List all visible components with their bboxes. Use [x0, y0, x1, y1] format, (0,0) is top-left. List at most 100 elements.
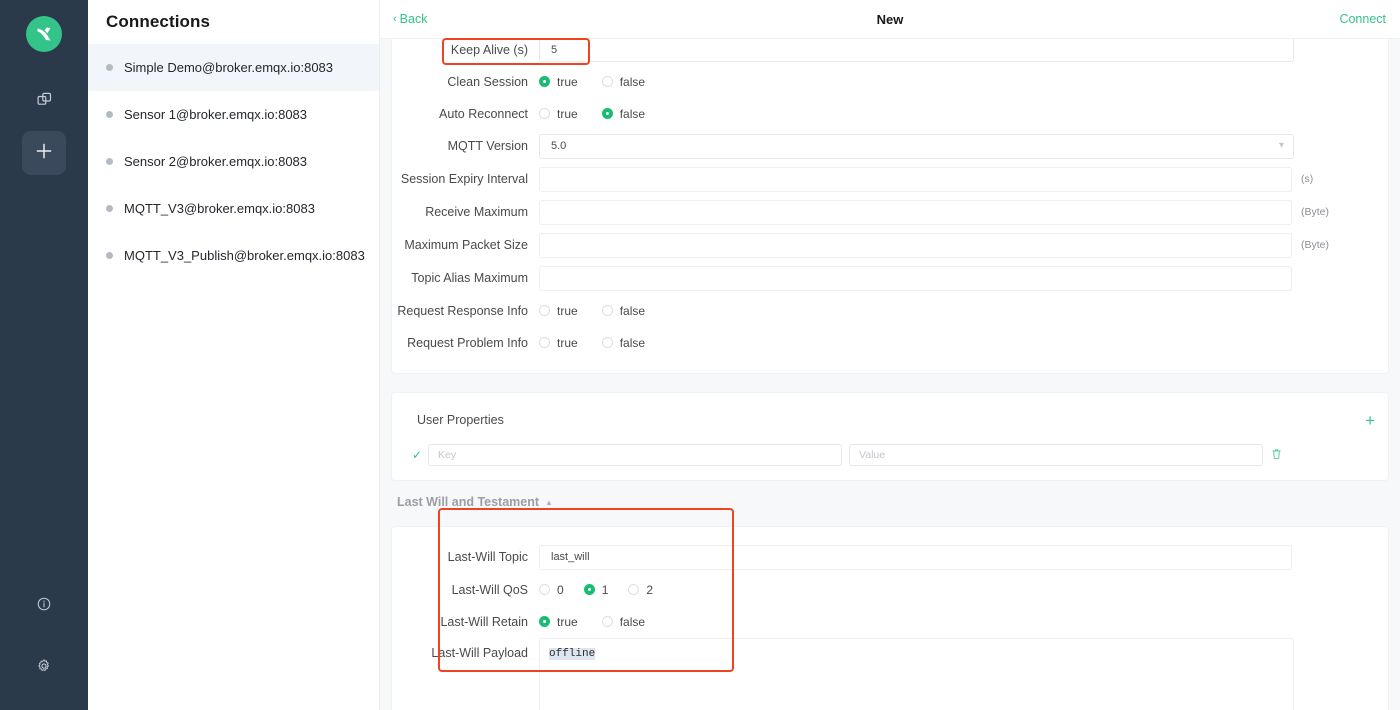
connections-list: Simple Demo@broker.emqx.io:8083 Sensor 1… [88, 42, 379, 710]
connection-list-item[interactable]: MQTT_V3_Publish@broker.emqx.io:8083 [88, 232, 379, 279]
connection-list-item[interactable]: Sensor 1@broker.emqx.io:8083 [88, 91, 379, 138]
maximum-packet-size-row: Maximum Packet Size (Byte) [392, 229, 1388, 261]
connect-button[interactable]: Connect [1339, 12, 1386, 26]
auto-reconnect-radio-false[interactable]: false [601, 106, 646, 121]
keep-alive-input[interactable]: 5 [539, 39, 1294, 62]
mqtt-version-row: MQTT Version 5.0 ▾ [392, 130, 1388, 162]
connection-label: MQTT_V3@broker.emqx.io:8083 [124, 201, 315, 216]
radio-dot-icon [539, 108, 550, 119]
clean-session-radio-false[interactable]: false [601, 74, 646, 89]
auto-reconnect-radio-true[interactable]: true [539, 107, 578, 121]
maximum-packet-size-label: Maximum Packet Size [404, 238, 528, 252]
gear-icon [36, 658, 52, 679]
clean-session-label: Clean Session [447, 74, 528, 89]
auto-reconnect-label: Auto Reconnect [439, 106, 528, 121]
session-expiry-suffix: (s) [1301, 173, 1314, 185]
main-area: ‹ Back New Connect Keep Alive (s) 5 Clea… [380, 0, 1400, 710]
user-property-key-input[interactable]: Key [428, 444, 842, 466]
request-response-info-radio-true[interactable]: true [539, 304, 578, 318]
radio-label: false [619, 106, 646, 121]
last-will-retain-radios: true false [539, 615, 669, 629]
rail-bottom-group [0, 586, 88, 710]
icon-rail [0, 0, 88, 710]
clean-session-radio-true[interactable]: true [539, 75, 578, 89]
topic-alias-maximum-row: Topic Alias Maximum [392, 262, 1388, 294]
user-properties-header: User Properties + [392, 407, 1388, 433]
radio-label: true [557, 335, 578, 350]
last-will-section-title: Last Will and Testament [397, 495, 540, 509]
last-will-qos-radio-0[interactable]: 0 [539, 583, 564, 597]
last-will-qos-label: Last-Will QoS [451, 582, 528, 597]
chevron-left-icon: ‹ [393, 12, 397, 25]
last-will-retain-radio-true[interactable]: true [539, 615, 578, 629]
clean-session-radios: true false [539, 75, 669, 89]
status-dot-icon [106, 111, 113, 118]
radio-dot-icon [539, 584, 550, 595]
status-dot-icon [106, 64, 113, 71]
connections-panel: Connections Simple Demo@broker.emqx.io:8… [88, 0, 380, 710]
maximum-packet-size-suffix: (Byte) [1301, 239, 1330, 251]
user-property-row: ✓ Key Value [392, 440, 1388, 470]
request-response-info-radios: true false [539, 304, 669, 318]
back-label: Back [399, 12, 428, 26]
check-icon[interactable]: ✓ [406, 448, 428, 462]
topic-alias-maximum-input[interactable] [539, 265, 1292, 291]
radio-dot-icon [601, 108, 613, 119]
radio-dot-icon [601, 76, 613, 87]
settings-scroll-area[interactable]: Keep Alive (s) 5 Clean Session true fals… [380, 39, 1400, 710]
status-dot-icon [106, 252, 113, 259]
radio-label: false [619, 74, 646, 89]
request-response-info-label: Request Response Info [397, 303, 528, 318]
new-connection-button[interactable] [22, 131, 66, 175]
receive-maximum-row: Receive Maximum (Byte) [392, 196, 1388, 228]
request-response-info-radio-false[interactable]: false [601, 303, 646, 318]
payload-text: offline [549, 648, 596, 660]
radio-label: true [557, 74, 578, 89]
session-expiry-input[interactable] [539, 166, 1292, 192]
last-will-qos-row: Last-Will QoS 0 1 2 [392, 574, 1388, 605]
request-problem-info-radio-true[interactable]: true [539, 336, 578, 350]
request-response-info-row: Request Response Info true false [392, 295, 1388, 326]
radio-label: false [619, 303, 646, 318]
about-button[interactable] [22, 586, 66, 626]
connection-list-item[interactable]: Simple Demo@broker.emqx.io:8083 [88, 44, 379, 91]
request-problem-info-radios: true false [539, 336, 669, 350]
radio-dot-icon [601, 305, 613, 316]
request-problem-info-radio-false[interactable]: false [601, 336, 645, 350]
auto-reconnect-row: Auto Reconnect true false [392, 98, 1388, 129]
receive-maximum-label: Receive Maximum [425, 205, 528, 219]
last-will-payload-textarea[interactable]: offline [539, 638, 1294, 710]
connection-list-item[interactable]: Sensor 2@broker.emqx.io:8083 [88, 138, 379, 185]
keep-alive-label: Keep Alive (s) [450, 42, 528, 57]
back-button[interactable]: ‹ Back [393, 12, 427, 26]
sidebar-item-connections[interactable] [22, 82, 66, 122]
connection-label: MQTT_V3_Publish@broker.emqx.io:8083 [124, 248, 365, 263]
settings-button[interactable] [22, 648, 66, 688]
last-will-payload-row: Last-Will Payload offline [392, 638, 1388, 710]
status-dot-icon [106, 205, 113, 212]
connection-list-item[interactable]: MQTT_V3@broker.emqx.io:8083 [88, 185, 379, 232]
last-will-retain-radio-false[interactable]: false [601, 614, 646, 629]
user-properties-card: User Properties + ✓ Key Value [391, 392, 1389, 481]
last-will-topic-label: Last-Will Topic [447, 550, 528, 564]
add-user-property-icon[interactable]: + [1365, 412, 1375, 429]
connection-settings-card: Keep Alive (s) 5 Clean Session true fals… [391, 39, 1389, 374]
maximum-packet-size-input[interactable] [539, 232, 1292, 258]
connections-title: Connections [106, 12, 211, 31]
connection-label: Sensor 2@broker.emqx.io:8083 [124, 154, 308, 169]
last-will-section-header[interactable]: Last Will and Testament ▲ [391, 481, 1389, 516]
radio-dot-icon [539, 616, 550, 627]
last-will-qos-radio-1[interactable]: 1 [583, 583, 608, 597]
user-property-value-input[interactable]: Value [849, 444, 1263, 466]
radio-label: true [557, 303, 578, 318]
radio-dot-icon [539, 305, 550, 316]
request-problem-info-label: Request Problem Info [407, 335, 528, 350]
last-will-card: Last-Will Topic last_will Last-Will QoS … [391, 526, 1389, 710]
receive-maximum-input[interactable] [539, 199, 1292, 225]
last-will-qos-radios: 0 1 2 [539, 583, 677, 597]
last-will-qos-radio-2[interactable]: 2 [628, 583, 653, 597]
last-will-topic-input[interactable]: last_will [539, 544, 1292, 570]
delete-user-property-icon[interactable] [1271, 448, 1282, 463]
mqtt-version-select[interactable]: 5.0 ▾ [539, 133, 1294, 159]
radio-label: false [619, 614, 646, 629]
